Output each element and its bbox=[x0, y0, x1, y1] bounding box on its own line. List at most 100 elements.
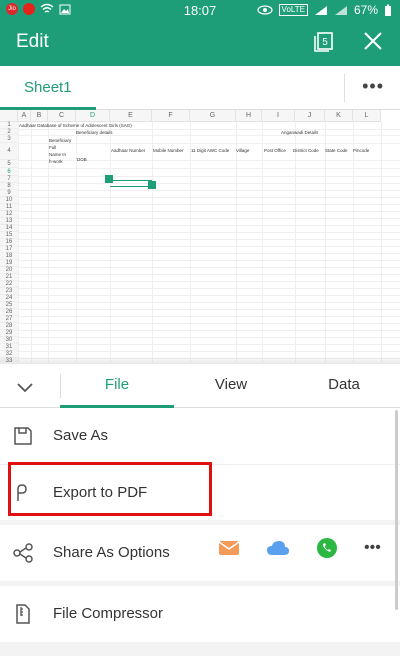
row-header[interactable]: 26 bbox=[0, 309, 18, 316]
grid-line bbox=[18, 309, 400, 310]
signal-icon-2 bbox=[334, 5, 347, 15]
save-as-item[interactable]: Save As bbox=[0, 408, 400, 464]
share-options-item[interactable]: Share As Options ••• bbox=[0, 525, 400, 581]
selection-handle-start[interactable] bbox=[105, 175, 113, 183]
column-header[interactable]: I bbox=[262, 110, 295, 122]
grid-line bbox=[18, 302, 400, 303]
column-header[interactable]: D bbox=[76, 110, 110, 122]
volte-badge: VoLTE bbox=[278, 4, 308, 16]
scrollbar[interactable] bbox=[395, 410, 398, 610]
selection-handle-end[interactable] bbox=[148, 181, 156, 189]
page-title: Edit bbox=[16, 31, 49, 52]
column-header[interactable]: K bbox=[325, 110, 353, 122]
more-sheets-button[interactable]: ••• bbox=[362, 76, 384, 97]
row-header[interactable]: 17 bbox=[0, 246, 18, 253]
grid-line bbox=[18, 225, 400, 226]
row-header[interactable]: 7 bbox=[0, 176, 18, 183]
collapse-button[interactable] bbox=[14, 376, 36, 398]
cell-mobile: Mobile Number bbox=[153, 148, 184, 153]
cell-state: State Code bbox=[325, 148, 348, 153]
windows-button[interactable]: 5 bbox=[312, 29, 336, 53]
cell-b3-0: Beneficiary bbox=[49, 138, 72, 143]
column-header[interactable]: B bbox=[31, 110, 48, 122]
grid-line bbox=[18, 204, 400, 205]
row-header[interactable]: 13 bbox=[0, 218, 18, 225]
row-header[interactable]: 15 bbox=[0, 232, 18, 239]
grid-line bbox=[31, 122, 32, 362]
file-compressor-item[interactable]: File Compressor bbox=[0, 586, 400, 642]
tab-view[interactable]: View bbox=[174, 376, 288, 393]
column-header[interactable]: F bbox=[152, 110, 190, 122]
cell-dob: DOB bbox=[77, 157, 87, 162]
window-count: 5 bbox=[322, 37, 328, 48]
grid-line bbox=[325, 122, 326, 362]
grid-line bbox=[18, 288, 400, 289]
row-header[interactable]: 21 bbox=[0, 274, 18, 281]
row-header[interactable]: 12 bbox=[0, 211, 18, 218]
tab-file[interactable]: File bbox=[60, 376, 174, 393]
grid-line bbox=[18, 239, 400, 240]
cell-beneficiary: Beneficiary details bbox=[76, 130, 113, 135]
row-header[interactable]: 18 bbox=[0, 253, 18, 260]
select-all-corner[interactable] bbox=[0, 110, 18, 122]
grid-line bbox=[18, 232, 400, 233]
row-header[interactable]: 28 bbox=[0, 323, 18, 330]
app-bar: Edit 5 bbox=[0, 20, 400, 66]
share-options-label: Share As Options bbox=[53, 544, 170, 561]
save-icon bbox=[14, 427, 32, 445]
share-icon bbox=[13, 543, 33, 563]
row-header[interactable]: 8 bbox=[0, 183, 18, 190]
row-header[interactable]: 31 bbox=[0, 344, 18, 351]
column-header[interactable]: H bbox=[236, 110, 262, 122]
row-header[interactable]: 11 bbox=[0, 204, 18, 211]
grid-line bbox=[18, 246, 400, 247]
row-header[interactable]: 23 bbox=[0, 288, 18, 295]
tab-data[interactable]: Data bbox=[288, 376, 400, 393]
close-icon bbox=[364, 32, 382, 50]
selection-border bbox=[110, 186, 152, 187]
row-header[interactable]: 16 bbox=[0, 239, 18, 246]
row-header[interactable]: 10 bbox=[0, 197, 18, 204]
spreadsheet-grid[interactable]: A B C D E F G H I J K L 1 2 3 4 5 6 7 8 9 10 11 12 13 14 15 16 17 18 1… bbox=[0, 110, 400, 362]
row-header[interactable]: 6 bbox=[0, 168, 18, 176]
grid-line bbox=[18, 274, 400, 275]
cell-post: Post Office bbox=[264, 148, 286, 153]
row-header[interactable]: 5 bbox=[0, 160, 18, 168]
column-header[interactable]: G bbox=[190, 110, 236, 122]
row-header[interactable]: 14 bbox=[0, 225, 18, 232]
grid-line bbox=[18, 211, 400, 212]
grid-line bbox=[18, 316, 400, 317]
grid-line bbox=[236, 122, 237, 362]
email-icon[interactable] bbox=[218, 540, 240, 556]
column-header[interactable]: J bbox=[295, 110, 325, 122]
grid-line bbox=[18, 190, 400, 191]
column-header[interactable]: C bbox=[48, 110, 76, 122]
row-header[interactable]: 9 bbox=[0, 190, 18, 197]
grid-line bbox=[262, 122, 263, 362]
cell-a1: Aadhaar Database of Scheme of Adolescent… bbox=[19, 123, 132, 128]
row-header[interactable]: 24 bbox=[0, 295, 18, 302]
row-header[interactable]: 4 bbox=[0, 143, 18, 160]
row-header[interactable]: 19 bbox=[0, 260, 18, 267]
row-header[interactable]: 3 bbox=[0, 135, 18, 143]
row-header[interactable]: 27 bbox=[0, 316, 18, 323]
cloud-icon[interactable] bbox=[266, 540, 290, 556]
row-header[interactable]: 25 bbox=[0, 302, 18, 309]
close-button[interactable] bbox=[362, 30, 384, 52]
file-compressor-label: File Compressor bbox=[53, 605, 164, 622]
column-header[interactable]: L bbox=[353, 110, 381, 122]
grid-line bbox=[190, 122, 191, 362]
row-header[interactable]: 30 bbox=[0, 337, 18, 344]
row-header[interactable]: 1 bbox=[0, 122, 18, 129]
grid-line bbox=[18, 344, 400, 345]
tab-sheet1[interactable]: Sheet1 bbox=[24, 79, 72, 96]
row-header[interactable]: 20 bbox=[0, 267, 18, 274]
share-more-button[interactable]: ••• bbox=[364, 539, 381, 557]
grid-line bbox=[152, 122, 153, 362]
column-header[interactable]: A bbox=[18, 110, 31, 122]
whatsapp-icon[interactable] bbox=[316, 537, 338, 559]
row-header[interactable]: 22 bbox=[0, 281, 18, 288]
grid-line bbox=[18, 183, 400, 184]
row-header[interactable]: 29 bbox=[0, 330, 18, 337]
column-header[interactable]: E bbox=[110, 110, 152, 122]
